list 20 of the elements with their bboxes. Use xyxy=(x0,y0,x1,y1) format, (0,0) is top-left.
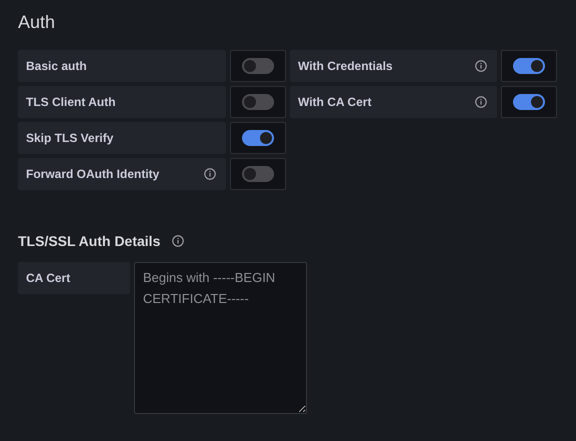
field-label: CA Cert xyxy=(18,262,130,294)
toggle-switch[interactable] xyxy=(513,94,545,110)
label-text: Skip TLS Verify xyxy=(26,131,114,145)
label-text: TLS Client Auth xyxy=(26,95,116,109)
label-text: With CA Cert xyxy=(298,95,372,109)
toggle-switch[interactable] xyxy=(242,58,274,74)
toggle-switch[interactable] xyxy=(513,58,545,74)
label-text: Basic auth xyxy=(26,59,87,73)
info-icon[interactable] xyxy=(475,60,487,72)
label-text: Forward OAuth Identity xyxy=(26,167,160,181)
info-icon[interactable] xyxy=(475,96,487,108)
info-icon[interactable] xyxy=(204,168,216,180)
toggle-switch[interactable] xyxy=(242,130,274,146)
section-heading: TLS/SSL Auth Details xyxy=(18,233,160,249)
toggle-switch[interactable] xyxy=(242,166,274,182)
certificate-textarea[interactable]: Begins with -----BEGIN CERTIFICATE----- xyxy=(134,262,307,414)
label-text: With Credentials xyxy=(298,59,393,73)
info-icon[interactable] xyxy=(172,235,184,247)
section-title: Auth xyxy=(18,12,56,33)
toggle-switch[interactable] xyxy=(242,94,274,110)
